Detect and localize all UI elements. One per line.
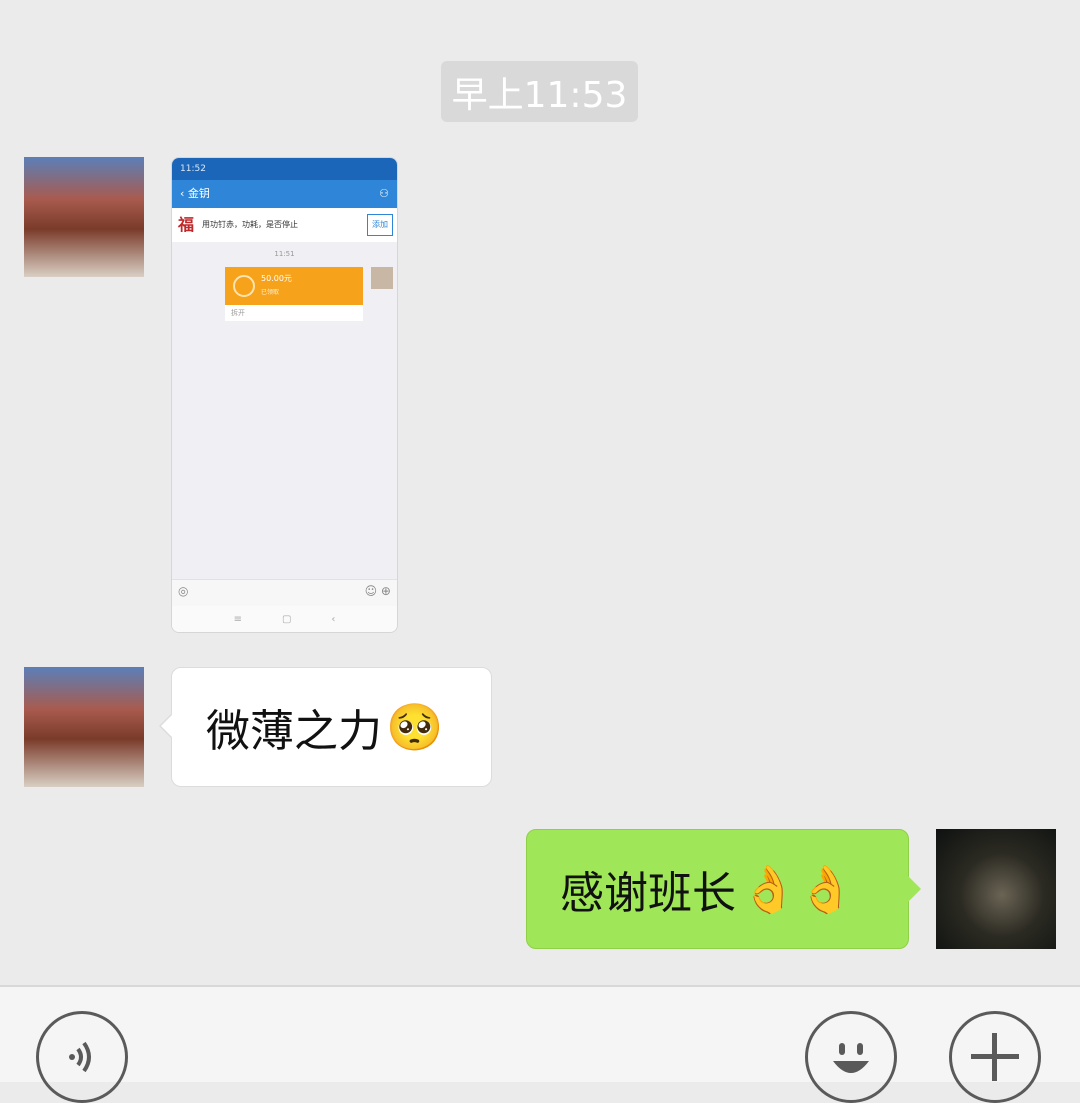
screenshot-status-bar: 11:52: [172, 158, 397, 180]
screenshot-time: 11:51: [274, 250, 295, 258]
screenshot-nav-title: ‹ 金钥: [180, 187, 210, 200]
fu-badge: 福: [178, 215, 195, 234]
smiley-face-icon: [833, 1043, 869, 1073]
incoming-text-bubble[interactable]: 微薄之力 🥺: [159, 667, 492, 787]
screenshot-input-bar: ◎ ☺ ⊕: [172, 579, 397, 606]
smiley-icon[interactable]: [805, 1011, 897, 1103]
message-text: 感谢班长: [560, 868, 736, 919]
image-message[interactable]: 11:52 ‹ 金钥 ⚇ 福 用功钉赤，功耗，是否停止 添加 11:51 50.…: [171, 157, 398, 633]
sender-avatar[interactable]: [24, 667, 144, 787]
menu-key-icon: ≡: [233, 613, 242, 625]
sender-avatar[interactable]: [24, 157, 144, 277]
screenshot-red-packet: 50.00元 已领取: [225, 267, 363, 305]
screenshot-banner: 福 用功钉赤，功耗，是否停止 添加: [172, 208, 397, 242]
screenshot-avatar: [371, 267, 393, 289]
profile-icon: ⚇: [379, 187, 389, 200]
message-timestamp: 早上11:53: [441, 61, 638, 122]
screenshot-nav-keys: ≡ ▢ ‹: [172, 606, 397, 632]
self-avatar[interactable]: [936, 829, 1056, 949]
plus-sign-icon: [971, 1033, 1019, 1081]
screenshot-banner-text: 用功钉赤，功耗，是否停止: [202, 220, 298, 229]
red-packet-amount: 50.00元: [261, 274, 292, 283]
coin-icon: [233, 275, 255, 297]
message-text: 微薄之力: [206, 706, 382, 757]
ok-hand-emoji: 👌👌: [740, 861, 855, 916]
back-key-icon: ‹: [331, 613, 336, 625]
chat-input-bar: [0, 985, 1080, 1103]
pleading-face-emoji: 🥺: [386, 699, 444, 754]
screenshot-nav-bar: ‹ 金钥 ⚇: [172, 180, 397, 208]
plus-icon[interactable]: [949, 1011, 1041, 1103]
voice-wave-icon: [69, 1041, 91, 1073]
screenshot-emoji-plus-icons: ☺ ⊕: [364, 584, 391, 598]
red-packet-footer: 拆开: [225, 305, 363, 321]
screenshot-add-button: 添加: [367, 214, 393, 236]
voice-icon[interactable]: [36, 1011, 128, 1103]
home-key-icon: ▢: [281, 613, 292, 625]
red-packet-status: 已领取: [261, 289, 280, 296]
screenshot-voice-icon: ◎: [178, 584, 189, 598]
outgoing-text-bubble[interactable]: 感谢班长 👌👌: [526, 829, 921, 949]
